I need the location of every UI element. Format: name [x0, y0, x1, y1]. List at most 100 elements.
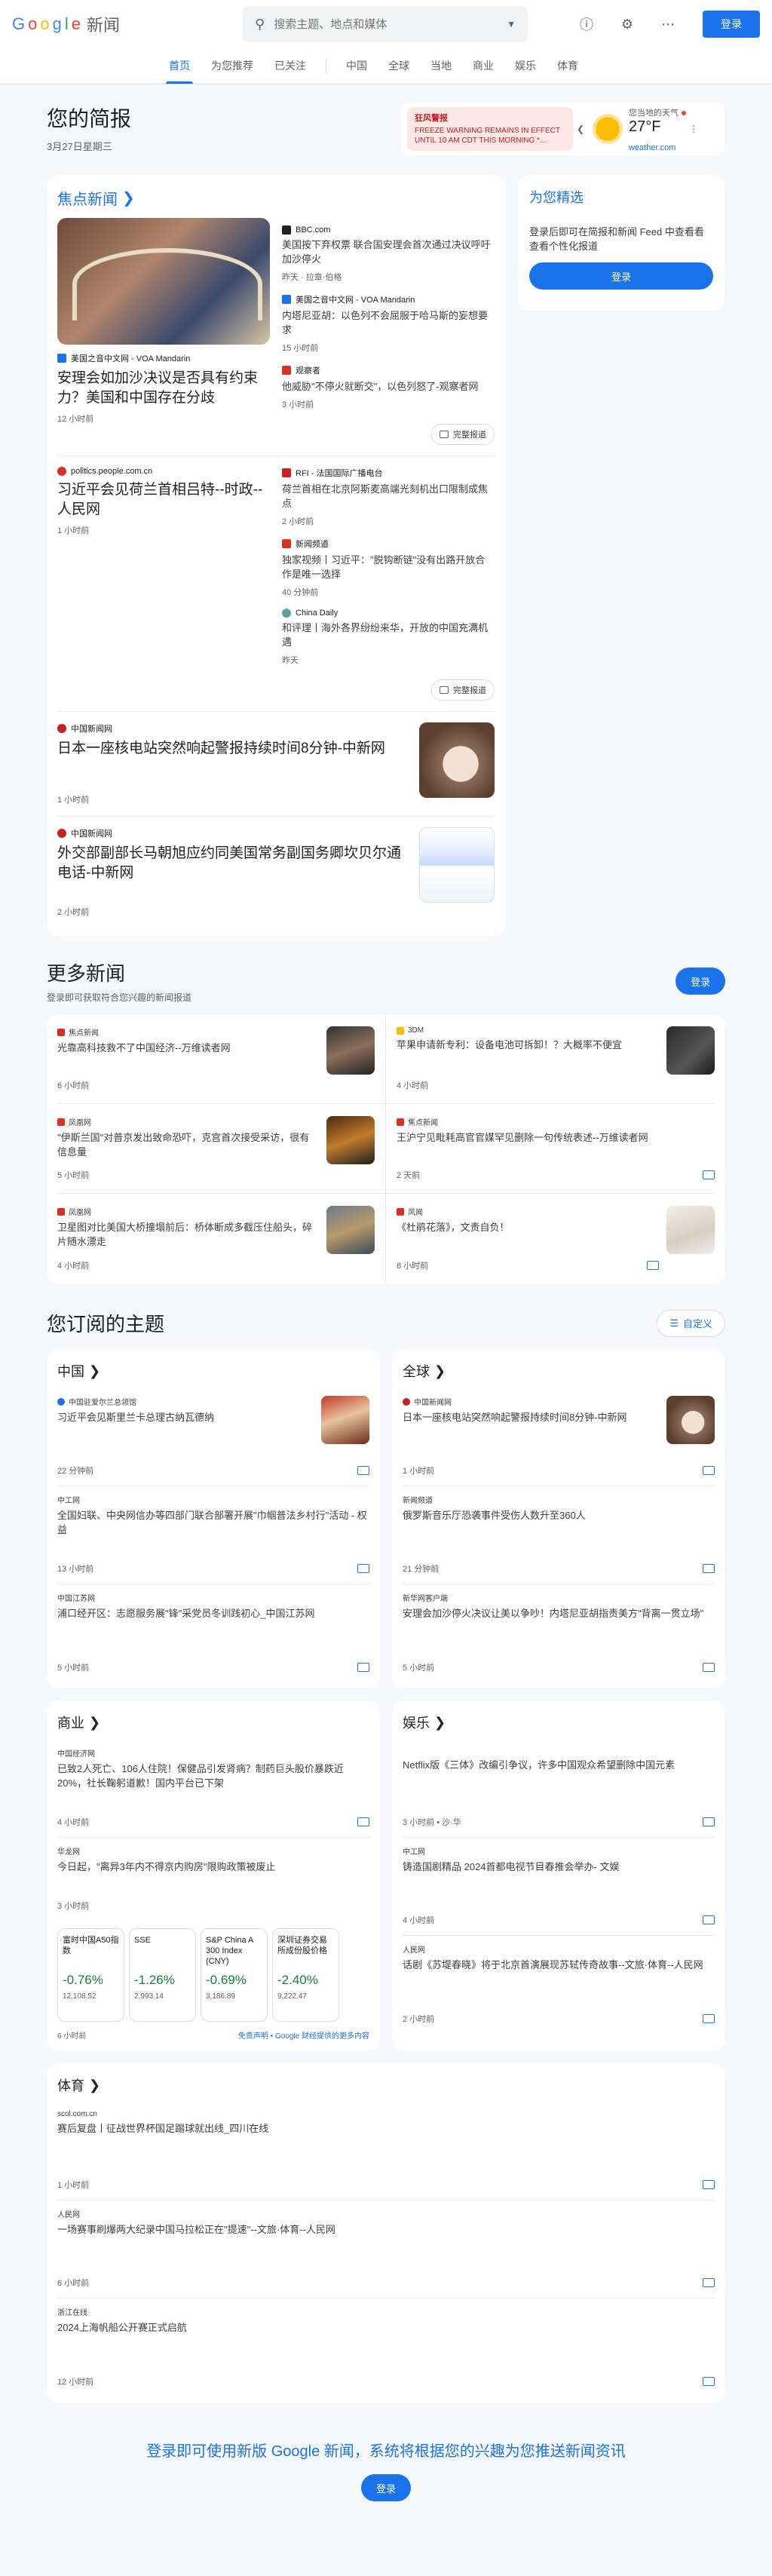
list-item[interactable]: 中工网 全国妇联、中央网信办等四部门联合部署开展"巾帼普法乡村行"活动 - 权益…: [57, 1486, 369, 1584]
tab-business[interactable]: 商业: [462, 58, 504, 84]
full-coverage-icon[interactable]: [703, 1915, 715, 1924]
chevron-down-icon[interactable]: ▼: [507, 19, 516, 29]
article-thumbnail[interactable]: [666, 1206, 715, 1254]
list-item[interactable]: 焦点新闻 光靠高科技救不了中国经济--万维读者网 6 小时前: [57, 1014, 386, 1104]
weather-widget[interactable]: 您当地的天气 27°F weather.com: [593, 106, 686, 152]
full-coverage-icon[interactable]: [703, 1564, 715, 1573]
article-headline[interactable]: 俄罗斯音乐厅恐袭事件受伤人数升至360人: [403, 1508, 715, 1523]
topic-title-link[interactable]: 娱乐 ❯: [403, 1700, 715, 1740]
full-coverage-icon[interactable]: [357, 1663, 369, 1672]
chevron-left-icon[interactable]: ❮: [573, 124, 588, 134]
google-news-logo[interactable]: Google 新闻: [12, 12, 238, 36]
tab-for-you[interactable]: 为您推荐: [201, 58, 264, 84]
disclaimer-link[interactable]: 免责声明 • Google 财经提供的更多内容: [238, 2029, 369, 2041]
article-thumbnail[interactable]: [419, 827, 495, 903]
stock-tile[interactable]: 深圳证券交易所成份股价格 -2.40% 9,222.47: [272, 1928, 339, 2022]
full-coverage-icon[interactable]: [703, 2377, 715, 2386]
topic-title-link[interactable]: 全球 ❯: [403, 1349, 715, 1388]
article-headline[interactable]: 日本一座核电站突然响起警报持续时间8分钟-中新网: [57, 739, 385, 759]
search-box[interactable]: ⚲ ▼: [243, 6, 528, 42]
tab-local[interactable]: 当地: [420, 58, 462, 84]
list-item[interactable]: 凤凰网 卫星图对比美国大桥撞塌前后：桥体断成多截压住船头，碎片随水漂走 4 小时…: [57, 1194, 386, 1283]
full-coverage-icon[interactable]: [703, 1170, 715, 1179]
article-card[interactable]: 中国新闻网 外交部副部长马朝旭应约同美国常务副国务卿坎贝尔通电话-中新网 2 小…: [57, 827, 495, 928]
list-item[interactable]: 中国驻爱尔兰总领馆 习近平会见斯里兰卡总理古纳瓦德纳 22 分钟前: [57, 1388, 369, 1486]
article-headline[interactable]: 赛后复盘丨征战世界杯国足踢球就出线_四川在线: [57, 2121, 715, 2136]
topic-title-link[interactable]: 中国 ❯: [57, 1349, 369, 1388]
article-headline[interactable]: 《杜鹃花落》，文责自负！: [397, 1220, 659, 1234]
article-headline[interactable]: 今日起，"离异3年内不得京内购房"限购政策被废止: [57, 1860, 369, 1874]
related-article[interactable]: 观察者 他威胁"不停火就断交"，以色列怒了-观察者网 3 小时前: [282, 364, 495, 410]
more-vert-icon[interactable]: ⋮: [686, 124, 701, 134]
full-coverage-icon[interactable]: [703, 2180, 715, 2189]
list-item[interactable]: 浙江在线 2024上海帆船公开赛正式启航 12 小时前: [57, 2298, 715, 2397]
tab-home[interactable]: 首页: [158, 58, 201, 84]
list-item[interactable]: 人民网 话剧《苏堤春晓》将于北京首演展现苏轼传奇故事--文旅·体育--人民网 2…: [403, 1936, 715, 2034]
apps-grid-icon[interactable]: ⋯: [653, 9, 683, 39]
full-coverage-button[interactable]: 完整报道: [431, 424, 495, 445]
tab-entertainment[interactable]: 娱乐: [504, 58, 547, 84]
full-coverage-icon[interactable]: [703, 1663, 715, 1672]
article-headline[interactable]: 日本一座核电站突然响起警报持续时间8分钟-中新网: [403, 1410, 627, 1424]
article-headline[interactable]: 苹果申请新专利：设备电池可拆卸！？大概率不便宜: [397, 1038, 659, 1052]
article-headline[interactable]: 安理会如加沙决议是否具有约束力？美国和中国存在分歧: [57, 369, 270, 408]
customize-button[interactable]: ☰ 自定义: [657, 1309, 725, 1337]
list-item[interactable]: 华龙网 今日起，"离异3年内不得京内购房"限购政策被废止 3 小时前: [57, 1838, 369, 1921]
related-article[interactable]: 美国之音中文网 - VOA Mandarin 内塔尼亚胡：以色列不会屈服于哈马斯…: [282, 293, 495, 354]
top-news-link[interactable]: 焦点新闻 ❯: [57, 175, 495, 218]
list-item[interactable]: 人民网 一场赛事刷爆两大纪录中国马拉松正在"提速"--文旅·体育--人民网 6 …: [57, 2200, 715, 2298]
stock-tile[interactable]: 富时中国A50指数 -0.76% 12,108.52: [57, 1928, 124, 2022]
help-icon[interactable]: ⓘ: [571, 9, 602, 39]
article-headline[interactable]: 全国妇联、中央网信办等四部门联合部署开展"巾帼普法乡村行"活动 - 权益: [57, 1508, 369, 1537]
article-thumbnail[interactable]: [326, 1116, 375, 1164]
more-news-signin-button[interactable]: 登录: [675, 968, 725, 995]
article-headline[interactable]: 浦口经开区：志愿服务展"锋"采党员冬训践初心_中国江苏网: [57, 1606, 369, 1621]
article-headline[interactable]: 一场赛事刷爆两大纪录中国马拉松正在"提速"--文旅·体育--人民网: [57, 2222, 715, 2237]
topic-title-link[interactable]: 体育 ❯: [57, 2063, 715, 2102]
picks-signin-button[interactable]: 登录: [529, 262, 713, 290]
tab-world[interactable]: 全球: [378, 58, 420, 84]
article-headline[interactable]: 铸造国剧精品 2024首都电视节目春推会举办- 文娱: [403, 1860, 715, 1874]
article-card[interactable]: 中国新闻网 日本一座核电站突然响起警报持续时间8分钟-中新网 1 小时前: [57, 722, 495, 817]
article-headline[interactable]: 内塔尼亚胡：以色列不会屈服于哈马斯的妄想要求: [282, 308, 495, 337]
article-headline[interactable]: 和评理丨海外各界纷纷来华，开放的中国充满机遇: [282, 621, 495, 649]
tab-china[interactable]: 中国: [335, 58, 378, 84]
full-coverage-icon[interactable]: [703, 1466, 715, 1475]
full-coverage-icon[interactable]: [357, 1466, 369, 1475]
article-headline[interactable]: 美国按下弃权票 联合国安理会首次通过决议呼吁加沙停火: [282, 238, 495, 266]
full-coverage-icon[interactable]: [703, 2278, 715, 2287]
article-thumbnail[interactable]: [666, 1396, 715, 1444]
article-headline[interactable]: "伊斯兰国"对普京发出致命恐吓，克宫首次接受采访，很有信息量: [57, 1130, 319, 1159]
list-item[interactable]: 新闻频道 俄罗斯音乐厅恐袭事件受伤人数升至360人 21 分钟前: [403, 1486, 715, 1584]
full-coverage-icon[interactable]: [647, 1261, 659, 1270]
gear-icon[interactable]: ⚙: [612, 9, 642, 39]
article-thumbnail[interactable]: [321, 1396, 369, 1444]
article-thumbnail[interactable]: [666, 1026, 715, 1075]
search-input[interactable]: [274, 17, 507, 31]
article-image[interactable]: [57, 218, 270, 345]
topic-title-link[interactable]: 商业 ❯: [57, 1700, 369, 1740]
article-headline[interactable]: 他威胁"不停火就断交"，以色列怒了-观察者网: [282, 379, 495, 394]
full-coverage-icon[interactable]: [357, 1564, 369, 1573]
article-headline[interactable]: 2024上海帆船公开赛正式启航: [57, 2320, 715, 2335]
weather-source-link[interactable]: weather.com: [629, 143, 686, 152]
article-headline[interactable]: 独家视频丨习近平："脱钩断链"没有出路开放合作是唯一选择: [282, 553, 495, 581]
tab-following[interactable]: 已关注: [264, 58, 317, 84]
article-headline[interactable]: 光靠高科技救不了中国经济--万维读者网: [57, 1041, 319, 1055]
article-thumbnail[interactable]: [419, 722, 495, 798]
search-icon[interactable]: ⚲: [255, 17, 265, 32]
article-headline[interactable]: 已致2人死亡、106人住院！保健品引发肾病？制药巨头股价暴跌近20%，社长鞠躬道…: [57, 1762, 369, 1790]
article-headline[interactable]: 习近平会见荷兰首相吕特--时政--人民网: [57, 480, 270, 520]
article-headline[interactable]: 安理会加沙停火决议让美以争吵！内塔尼亚胡指责美方"背离一贯立场": [403, 1606, 715, 1621]
main-article[interactable]: politics.people.com.cn 习近平会见荷兰首相吕特--时政--…: [57, 467, 270, 701]
signin-button[interactable]: 登录: [703, 11, 760, 38]
list-item[interactable]: 风闻 《杜鹃花落》，文责自负！ 8 小时前: [386, 1194, 715, 1283]
article-headline[interactable]: Netflix版《三体》改编引争议，许多中国观众希望删除中国元素: [403, 1758, 715, 1772]
related-article[interactable]: 新闻频道 独家视频丨习近平："脱钩断链"没有出路开放合作是唯一选择 40 分钟前: [282, 538, 495, 598]
article-headline[interactable]: 卫星图对比美国大桥撞塌前后：桥体断成多截压住船头，碎片随水漂走: [57, 1220, 319, 1249]
full-coverage-icon[interactable]: [357, 1817, 369, 1826]
tab-sports[interactable]: 体育: [547, 58, 589, 84]
article-headline[interactable]: 话剧《苏堤春晓》将于北京首演展现苏轼传奇故事--文旅·体育--人民网: [403, 1958, 715, 1972]
list-item[interactable]: 中工网 铸造国剧精品 2024首都电视节目春推会举办- 文娱 4 小时前: [403, 1838, 715, 1936]
stock-tile[interactable]: SSE -1.26% 2,993.14: [129, 1928, 196, 2022]
